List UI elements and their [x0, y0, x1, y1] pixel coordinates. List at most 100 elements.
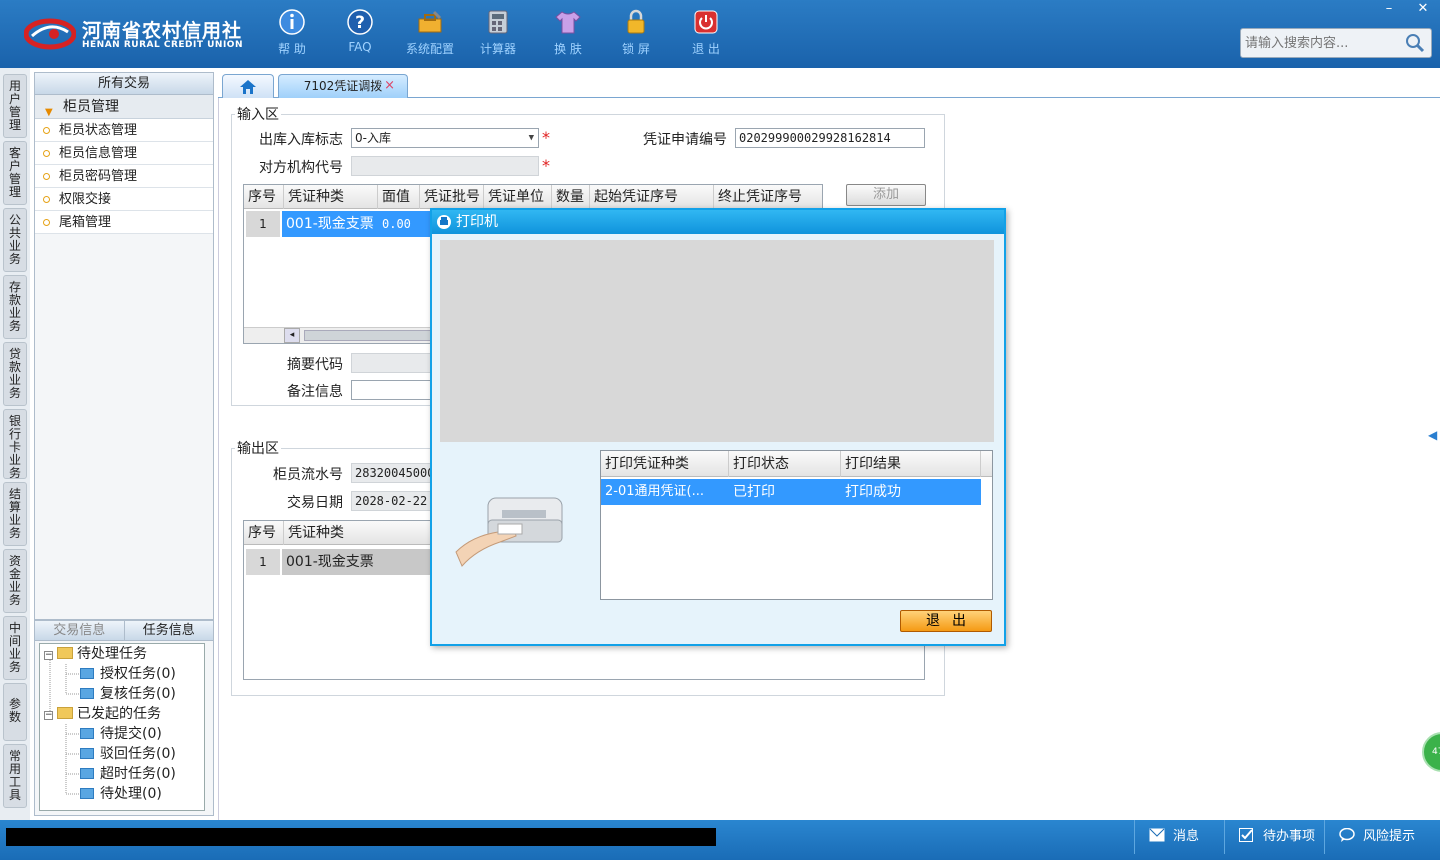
- col-print-status[interactable]: 打印状态: [729, 451, 841, 477]
- tree-node-label: 超时任务(0): [100, 766, 176, 782]
- exit-app-button[interactable]: 退 出: [676, 8, 736, 60]
- tree-node-to-process[interactable]: 待处理(0): [80, 784, 162, 804]
- shirt-icon: [555, 11, 581, 34]
- collapse-icon[interactable]: −: [44, 651, 53, 660]
- bullet-icon: [43, 127, 50, 134]
- expand-panel-arrow-icon[interactable]: ◀: [1428, 428, 1437, 442]
- vtab-intermediary[interactable]: 中间业务: [3, 616, 27, 680]
- nav-item-teller-info[interactable]: 柜员信息管理: [35, 142, 213, 165]
- scroll-left-icon[interactable]: ◂: [284, 328, 300, 343]
- tab-transaction-info[interactable]: 交易信息: [35, 621, 125, 640]
- vtab-bank-card[interactable]: 银行卡业务: [3, 409, 27, 480]
- tree-node-to-submit[interactable]: 待提交(0): [80, 724, 162, 744]
- faq-button[interactable]: ? FAQ: [330, 8, 390, 60]
- col-face-value[interactable]: 面值: [378, 185, 420, 209]
- question-icon: ?: [347, 9, 373, 35]
- tree-node-review-tasks[interactable]: 复核任务(0): [80, 684, 176, 704]
- nav-item-teller-status[interactable]: 柜员状态管理: [35, 119, 213, 142]
- nav-header: 所有交易: [35, 73, 213, 95]
- org-code-field[interactable]: [351, 156, 539, 176]
- vtab-settlement[interactable]: 结算业务: [3, 482, 27, 546]
- messages-button[interactable]: 消息: [1134, 820, 1224, 854]
- vtab-funds[interactable]: 资金业务: [3, 549, 27, 613]
- vtab-deposit[interactable]: 存款业务: [3, 275, 27, 339]
- col-quantity[interactable]: 数量: [552, 185, 590, 209]
- risk-alert-button[interactable]: 风险提示: [1324, 820, 1440, 854]
- app-header: 河南省农村信用社 HENAN RURAL CREDIT UNION 帮 助 ? …: [0, 0, 1440, 68]
- tree-node-auth-tasks[interactable]: 授权任务(0): [80, 664, 176, 684]
- nav-group-teller-mgmt[interactable]: ▼ 柜员管理: [35, 95, 213, 119]
- nav-item-permission-handover[interactable]: 权限交接: [35, 188, 213, 211]
- tree-node-label: 已发起的任务: [77, 706, 161, 722]
- logo-mark-icon: [24, 18, 76, 50]
- tree-node-initiated-tasks[interactable]: − 已发起的任务: [44, 704, 161, 724]
- toolbox-icon: [418, 10, 442, 33]
- tab-close-icon[interactable]: ×: [384, 75, 395, 97]
- file-icon: [80, 768, 94, 779]
- print-status-grid: 打印凭证种类 打印状态 打印结果 2-01通用凭证(... 已打印 打印成功: [600, 450, 993, 600]
- apply-no-field[interactable]: 020299900029928162814: [735, 128, 925, 148]
- col-seq[interactable]: 序号: [244, 521, 284, 545]
- dialog-exit-button[interactable]: 退出: [900, 610, 992, 632]
- col-print-result[interactable]: 打印结果: [841, 451, 981, 477]
- vtab-loan[interactable]: 贷款业务: [3, 342, 27, 406]
- col-print-voucher-type[interactable]: 打印凭证种类: [601, 451, 729, 477]
- tree-node-label: 授权任务(0): [100, 666, 176, 682]
- add-button[interactable]: 添加: [846, 184, 926, 206]
- bullet-icon: [43, 150, 50, 157]
- logo: 河南省农村信用社 HENAN RURAL CREDIT UNION: [24, 12, 244, 56]
- system-config-button[interactable]: 系统配置: [400, 8, 460, 60]
- status-message-area: [6, 828, 716, 846]
- output-area-title: 输出区: [235, 438, 281, 458]
- printer-icon: [437, 215, 451, 229]
- search-input[interactable]: [1245, 33, 1405, 53]
- cell-print-voucher-type: 2-01通用凭证(...: [605, 484, 704, 499]
- col-voucher-type[interactable]: 凭证种类: [284, 185, 378, 209]
- cell-voucher-type: 001-现金支票: [282, 211, 378, 237]
- col-end-seq[interactable]: 终止凭证序号: [714, 185, 822, 209]
- tree-node-label: 待处理任务: [77, 646, 147, 662]
- tree-node-pending-tasks[interactable]: − 待处理任务: [44, 644, 147, 664]
- checkbox-icon: [1239, 828, 1253, 842]
- inout-flag-value: 0-入库: [355, 131, 391, 145]
- dialog-titlebar[interactable]: 打印机: [432, 210, 1004, 234]
- dropdown-arrow-icon[interactable]: ▼: [529, 129, 534, 147]
- vtab-common-tools[interactable]: 常用工具: [3, 744, 27, 808]
- help-button[interactable]: 帮 助: [262, 8, 322, 60]
- vtab-parameters[interactable]: 参数: [3, 683, 27, 741]
- tab-voucher-transfer[interactable]: 7102凭证调拨 ×: [278, 74, 408, 98]
- col-batch-no[interactable]: 凭证批号: [420, 185, 484, 209]
- nav-item-tail-box[interactable]: 尾箱管理: [35, 211, 213, 234]
- minimize-button[interactable]: –: [1372, 0, 1406, 18]
- tree-node-timeout[interactable]: 超时任务(0): [80, 764, 176, 784]
- print-preview-area: [440, 240, 994, 442]
- vtab-customer-mgmt[interactable]: 客户管理: [3, 141, 27, 205]
- close-window-button[interactable]: ✕: [1406, 0, 1440, 18]
- col-start-seq[interactable]: 起始凭证序号: [590, 185, 714, 209]
- collapse-icon[interactable]: −: [44, 711, 53, 720]
- col-unit[interactable]: 凭证单位: [484, 185, 552, 209]
- remark-label: 备注信息: [287, 384, 343, 400]
- info-icon: [279, 9, 305, 35]
- inout-flag-select[interactable]: 0-入库 ▼: [351, 128, 539, 148]
- nav-item-teller-password[interactable]: 柜员密码管理: [35, 165, 213, 188]
- tree-node-rejected[interactable]: 驳回任务(0): [80, 744, 176, 764]
- search-icon[interactable]: [1405, 33, 1425, 53]
- tab-task-info[interactable]: 任务信息: [125, 621, 214, 640]
- task-panel-tabs: 交易信息 任务信息: [35, 621, 213, 641]
- calculator-button[interactable]: 计算器: [468, 8, 528, 60]
- table-row[interactable]: 2-01通用凭证(... 已打印 打印成功: [601, 479, 981, 505]
- required-mark: *: [542, 128, 550, 147]
- nav-item-label: 柜员密码管理: [59, 169, 138, 184]
- dialog-title: 打印机: [456, 214, 498, 230]
- col-voucher-type[interactable]: 凭证种类: [284, 521, 444, 545]
- lock-screen-button[interactable]: 锁 屏: [606, 8, 666, 60]
- vtab-public-business[interactable]: 公共业务: [3, 208, 27, 272]
- vtab-user-mgmt[interactable]: 用户管理: [3, 74, 27, 138]
- col-seq[interactable]: 序号: [244, 185, 284, 209]
- todo-button[interactable]: 待办事项: [1224, 820, 1324, 854]
- content-tab-bar: 7102凭证调拨 ×: [218, 72, 1440, 98]
- change-skin-button[interactable]: 换 肤: [538, 8, 598, 60]
- vertical-category-tabs: 用户管理 客户管理 公共业务 存款业务 贷款业务 银行卡业务 结算业务 资金业务…: [0, 68, 30, 820]
- tab-home[interactable]: [222, 74, 274, 98]
